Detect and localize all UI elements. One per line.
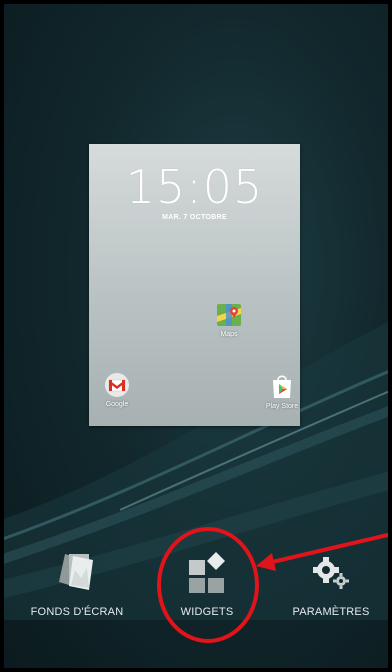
wallpapers-button[interactable]: FONDS D'ÉCRAN xyxy=(17,548,137,618)
home-screen-edit-mode: 15:05 MAR. 7 OCTOBRE Maps Google Play St… xyxy=(0,0,392,672)
home-screen-preview[interactable]: 15:05 MAR. 7 OCTOBRE Maps Google Play St… xyxy=(89,144,300,426)
widgets-button[interactable]: WIDGETS xyxy=(147,548,267,618)
gmail-icon xyxy=(105,373,129,397)
app-google-label: Google xyxy=(105,401,129,408)
app-maps-label: Maps xyxy=(220,331,238,338)
settings-button[interactable]: PARAMÈTRES xyxy=(271,548,391,618)
maps-icon xyxy=(217,304,241,326)
clock-time: 15:05 xyxy=(125,160,264,214)
settings-icon xyxy=(313,557,349,589)
app-play-store-label: Play Store xyxy=(265,403,299,410)
app-play-store[interactable]: Play Store xyxy=(252,374,312,410)
widgets-icon xyxy=(189,552,225,593)
app-google[interactable]: Google xyxy=(87,372,147,408)
play-store-icon xyxy=(273,375,291,398)
settings-label: PARAMÈTRES xyxy=(292,606,370,618)
app-maps[interactable]: Maps xyxy=(199,302,259,338)
wallpapers-icon xyxy=(59,554,93,590)
edit-mode-menu: FONDS D'ÉCRAN WIDGETS PARAMÈTRES xyxy=(0,548,392,638)
clock-date: MAR. 7 OCTOBRE xyxy=(162,214,227,221)
wallpapers-label: FONDS D'ÉCRAN xyxy=(30,606,124,618)
widgets-label: WIDGETS xyxy=(180,606,234,618)
